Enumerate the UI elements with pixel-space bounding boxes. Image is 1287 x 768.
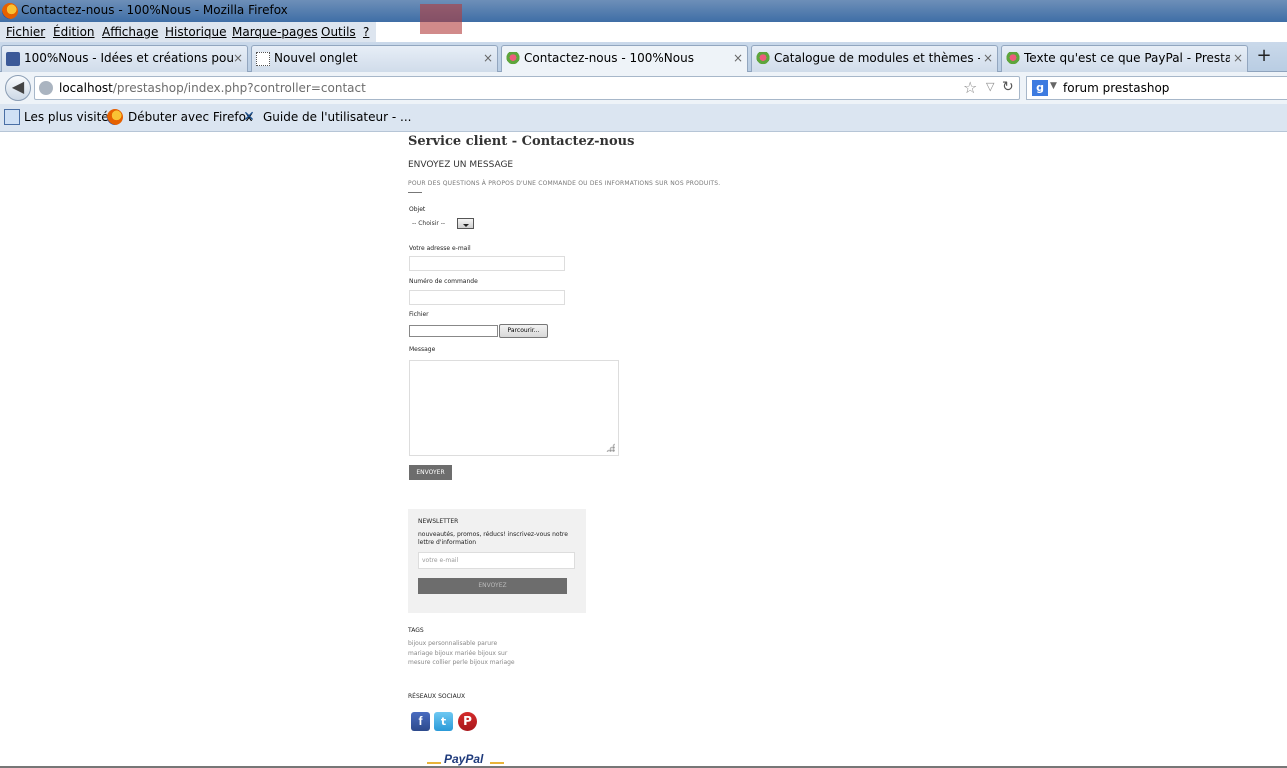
url-host: localhost — [59, 81, 113, 95]
subject-label: Objet — [409, 206, 426, 213]
menu-fichier[interactable]: Fichier — [6, 25, 45, 39]
menu-help[interactable]: ? — [363, 25, 369, 39]
social-title: RÉSEAUX SOCIAUX — [408, 693, 466, 700]
tag-link[interactable]: bijoux mariée — [435, 650, 476, 657]
tab-bar: 100%Nous - Idées et créations pour le...… — [0, 42, 1287, 73]
menu-bar: Fichier Édition Affichage Historique Mar… — [0, 22, 376, 42]
tab-texte-paypal[interactable]: Texte qu'est ce que PayPal - PrestaSh...… — [1001, 45, 1248, 72]
close-icon[interactable]: × — [1233, 51, 1243, 65]
browse-button[interactable]: Parcourir... — [499, 324, 548, 338]
close-icon[interactable]: × — [233, 51, 243, 65]
url-path: /prestashop/index.php?controller=contact — [112, 81, 366, 95]
subject-select[interactable]: -- Choisir -- — [409, 218, 474, 229]
section-subtitle: ENVOYEZ UN MESSAGE — [408, 160, 514, 170]
tag-link[interactable]: collier perle — [432, 659, 467, 666]
file-label: Fichier — [409, 311, 429, 318]
close-icon[interactable]: × — [983, 51, 993, 65]
tags-list: bijoux personnalisable parure mariage bi… — [408, 639, 520, 668]
google-icon[interactable]: g — [1032, 80, 1048, 96]
tab-contactez-nous[interactable]: Contactez-nous - 100%Nous × — [501, 45, 748, 73]
newsletter-block: NEWSLETTER nouveautés, promos, réducs! i… — [408, 509, 586, 613]
tab-nouvel-onglet[interactable]: Nouvel onglet × — [251, 45, 498, 72]
email-label: Votre adresse e-mail — [409, 245, 471, 252]
page-content: Service client - Contactez-nous ENVOYEZ … — [0, 132, 1287, 768]
send-button[interactable]: ENVOYER — [409, 465, 452, 480]
menu-historique[interactable]: Historique — [165, 25, 227, 39]
prestashop-icon — [1006, 52, 1020, 66]
page-title: Service client - Contactez-nous — [408, 134, 635, 149]
most-visited-icon — [4, 109, 20, 125]
tab-label: Nouvel onglet — [274, 51, 358, 65]
tag-link[interactable]: bijoux mariage — [470, 659, 515, 666]
paypal-bar-left — [427, 762, 441, 764]
close-icon[interactable]: × — [483, 51, 493, 65]
facebook-icon — [6, 52, 20, 66]
tools-icon: ✕ — [243, 109, 255, 125]
tab-catalogue-modules[interactable]: Catalogue de modules et thèmes - Pr... × — [751, 45, 998, 72]
newsletter-text: nouveautés, promos, réducs! inscrivez-vo… — [418, 531, 568, 546]
divider — [408, 192, 422, 193]
new-tab-button[interactable]: + — [1251, 45, 1277, 69]
newsletter-email-input[interactable]: votre e-mail — [418, 552, 575, 569]
prestashop-icon — [506, 52, 520, 66]
menu-edition[interactable]: Édition — [53, 25, 95, 39]
tab-label: Texte qu'est ce que PayPal - PrestaSh... — [1024, 51, 1230, 65]
message-label: Message — [409, 346, 436, 353]
menu-marque-pages[interactable]: Marque-pages — [232, 25, 318, 39]
search-bar[interactable]: g ▼ forum prestashop — [1026, 76, 1287, 100]
bookmark-debuter-firefox[interactable]: Débuter avec Firefox — [128, 110, 253, 124]
history-dropdown-icon[interactable]: ▽ — [986, 80, 994, 93]
blank-page-icon — [256, 52, 270, 66]
newsletter-submit-button[interactable]: ENVOYEZ — [418, 578, 567, 594]
window-title: Contactez-nous - 100%Nous - Mozilla Fire… — [21, 3, 288, 17]
subject-value: -- Choisir -- — [412, 220, 446, 227]
background-window — [420, 4, 462, 34]
order-number-field[interactable] — [409, 290, 565, 305]
file-input[interactable] — [409, 325, 498, 337]
message-textarea[interactable] — [409, 360, 619, 456]
pinterest-icon[interactable]: P — [458, 712, 477, 731]
search-engine-dropdown-icon[interactable]: ▼ — [1050, 81, 1057, 91]
newsletter-title: NEWSLETTER — [418, 518, 459, 525]
firefox-icon — [2, 3, 18, 19]
firefox-icon — [107, 109, 123, 125]
order-number-label: Numéro de commande — [409, 278, 478, 285]
tag-link[interactable]: bijoux personnalisable — [408, 640, 475, 647]
paypal-bar-right — [490, 762, 504, 764]
reload-icon[interactable]: ↻ — [1002, 79, 1014, 95]
back-button[interactable]: ◀ — [5, 75, 31, 101]
paypal-logo: PayPal — [444, 752, 484, 766]
url-text[interactable]: localhost/prestashop/index.php?controlle… — [59, 81, 366, 95]
tab-label: 100%Nous - Idées et créations pour le... — [24, 51, 234, 65]
tab-100nous-facebook[interactable]: 100%Nous - Idées et créations pour le...… — [1, 45, 248, 72]
prestashop-icon — [756, 52, 770, 66]
navigation-bar: ◀ localhost/prestashop/index.php?control… — [0, 72, 1287, 104]
twitter-icon[interactable]: t — [434, 712, 453, 731]
tab-label: Contactez-nous - 100%Nous — [524, 51, 694, 65]
email-field[interactable] — [409, 256, 565, 271]
bookmark-guide-utilisateur[interactable]: Guide de l'utilisateur - ... — [263, 110, 411, 124]
back-arrow-icon: ◀ — [11, 77, 25, 96]
resize-grip-icon[interactable] — [606, 443, 615, 452]
bookmarks-bar: Les plus visités Débuter avec Firefox ✕ … — [0, 104, 1287, 132]
tab-label: Catalogue de modules et thèmes - Pr... — [774, 51, 980, 65]
chevron-down-icon[interactable] — [457, 218, 474, 229]
search-text[interactable]: forum prestashop — [1063, 81, 1169, 95]
contact-hint: POUR DES QUESTIONS À PROPOS D'UNE COMMAN… — [408, 180, 721, 187]
globe-icon — [39, 81, 53, 95]
window-titlebar: Contactez-nous - 100%Nous - Mozilla Fire… — [0, 0, 1287, 34]
facebook-icon[interactable]: f — [411, 712, 430, 731]
close-icon[interactable]: × — [733, 51, 743, 65]
menu-outils[interactable]: Outils — [321, 25, 356, 39]
menu-affichage[interactable]: Affichage — [102, 25, 158, 39]
url-bar[interactable]: localhost/prestashop/index.php?controlle… — [34, 76, 1020, 100]
bookmark-star-icon[interactable]: ☆ — [963, 78, 977, 97]
tags-title: TAGS — [408, 627, 424, 634]
bookmark-les-plus-visites[interactable]: Les plus visités — [24, 110, 115, 124]
